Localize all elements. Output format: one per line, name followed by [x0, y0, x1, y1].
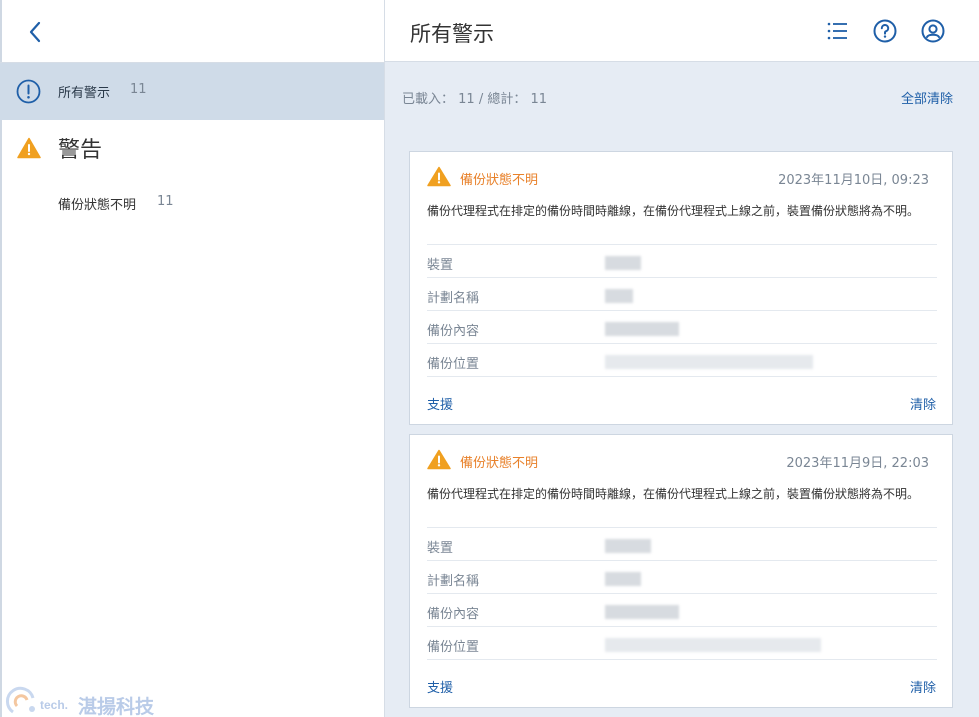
sidebar-item-backup-status-unknown[interactable]: 備份狀態不明 11	[0, 188, 384, 218]
warning-triangle-icon	[427, 166, 451, 187]
clear-link[interactable]: 清除	[910, 394, 936, 413]
detail-label: 計劃名稱	[427, 574, 480, 589]
alert-description: 備份代理程式在排定的備份時間時離線，在備份代理程式上線之前，裝置備份狀態將為不明…	[427, 204, 920, 218]
watermark: tech. 湛揚科技	[0, 682, 200, 717]
divider	[427, 659, 937, 660]
help-button[interactable]	[872, 18, 898, 44]
user-circle-icon	[921, 19, 945, 43]
loaded-count: 11	[458, 92, 475, 107]
support-link[interactable]: 支援	[427, 677, 453, 696]
warning-triangle-icon	[17, 137, 41, 159]
alerts-summary: 已載入： 11 / 總計： 11	[402, 88, 547, 107]
alert-card: 備份狀態不明 2023年11月10日, 09:23 備份代理程式在排定的備份時間…	[409, 151, 953, 425]
divider	[427, 376, 937, 377]
clear-all-link[interactable]: 全部清除	[901, 88, 953, 107]
info-circle-icon	[16, 79, 41, 104]
detail-label: 計劃名稱	[427, 291, 480, 306]
header: 所有警示	[385, 0, 979, 62]
sidebar-section-warning[interactable]: 警告	[0, 128, 384, 168]
support-link[interactable]: 支援	[427, 394, 453, 413]
back-button[interactable]	[24, 18, 48, 46]
detail-row-backup-content: 備份內容	[427, 593, 937, 626]
sidebar-item-label: 備份狀態不明	[58, 198, 137, 213]
alert-title: 備份狀態不明	[460, 456, 539, 471]
alert-card: 備份狀態不明 2023年11月9日, 22:03 備份代理程式在排定的備份時間時…	[409, 434, 953, 708]
account-button[interactable]	[920, 18, 946, 44]
redacted-value	[605, 256, 641, 270]
redacted-value	[605, 572, 641, 586]
alert-details: 裝置 計劃名稱 備份內容 備份位置	[427, 527, 937, 659]
redacted-value	[605, 289, 633, 303]
detail-label: 裝置	[427, 541, 454, 556]
alert-description: 備份代理程式在排定的備份時間時離線，在備份代理程式上線之前，裝置備份狀態將為不明…	[427, 487, 920, 501]
detail-label: 備份內容	[427, 607, 480, 622]
page-title: 所有警示	[410, 22, 494, 46]
loaded-label: 已載入：	[402, 92, 455, 107]
alert-details: 裝置 計劃名稱 備份內容 備份位置	[427, 244, 937, 376]
detail-row-plan-name: 計劃名稱	[427, 560, 937, 593]
redacted-value	[605, 355, 813, 369]
sidebar-item-count: 11	[157, 194, 174, 209]
alert-title: 備份狀態不明	[460, 173, 539, 188]
list-view-button[interactable]	[825, 18, 851, 44]
sidebar-item-label: 所有警示	[58, 86, 111, 101]
detail-row-plan-name: 計劃名稱	[427, 277, 937, 310]
help-circle-icon	[873, 19, 897, 43]
sidebar: 所有警示 11 警告 備份狀態不明 11 tech. 湛揚科技	[0, 0, 385, 717]
redacted-value	[605, 638, 821, 652]
redacted-value	[605, 605, 679, 619]
watermark-brand: 湛揚科技	[78, 696, 155, 717]
detail-row-device: 裝置	[427, 527, 937, 560]
logo-icon	[5, 686, 35, 714]
main-panel: 所有警示 已載入： 11 / 總計： 11 全部清除 備份狀態不明 2023年1…	[385, 0, 979, 717]
detail-label: 備份位置	[427, 357, 480, 372]
sidebar-section-label: 警告	[58, 138, 103, 163]
detail-row-backup-location: 備份位置	[427, 626, 937, 659]
alert-date: 2023年11月9日, 22:03	[786, 456, 929, 471]
list-icon	[827, 22, 847, 40]
detail-row-device: 裝置	[427, 244, 937, 277]
detail-label: 裝置	[427, 258, 454, 273]
sidebar-item-count: 11	[130, 82, 147, 97]
detail-label: 備份內容	[427, 324, 480, 339]
total-label: 總計：	[487, 92, 527, 107]
summary-separator: /	[478, 92, 484, 107]
chevron-left-icon	[29, 21, 41, 43]
watermark-tech: tech.	[40, 698, 69, 712]
alert-date: 2023年11月10日, 09:23	[778, 173, 929, 188]
sidebar-item-all-alerts[interactable]: 所有警示 11	[0, 63, 384, 120]
detail-label: 備份位置	[427, 640, 480, 655]
detail-row-backup-location: 備份位置	[427, 343, 937, 376]
clear-link[interactable]: 清除	[910, 677, 936, 696]
redacted-value	[605, 539, 651, 553]
total-count: 11	[530, 92, 548, 107]
redacted-value	[605, 322, 679, 336]
warning-triangle-icon	[427, 449, 451, 470]
detail-row-backup-content: 備份內容	[427, 310, 937, 343]
